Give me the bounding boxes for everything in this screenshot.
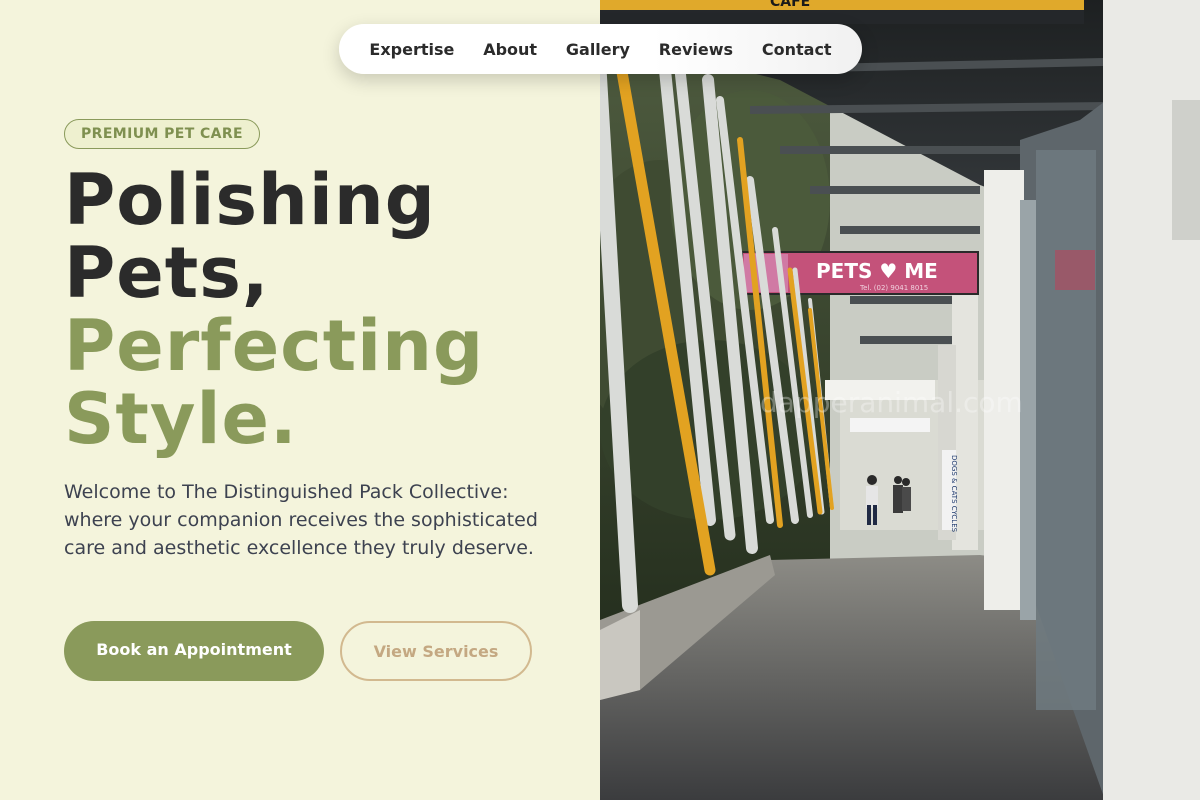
nav-expertise[interactable]: Expertise [369,40,454,59]
watermark-text: dapperanimal.com [760,386,1023,419]
pets-me-sign-phone: Tel. (02) 9041 8015 [859,284,928,292]
view-services-button[interactable]: View Services [340,621,532,681]
hero-headline: Polishing Pets, Perfecting Style. [64,164,484,456]
hero-photo: CAFE PETS ♥ ME Tel. (02) 9041 8015 DOGS … [600,0,1200,800]
side-banner-text: DOGS & CATS CYCLES [950,455,958,533]
hero-panel: PREMIUM PET CARE Polishing Pets, Perfect… [0,0,600,800]
headline-line-4: Style. [64,378,298,460]
nav-reviews[interactable]: Reviews [659,40,733,59]
premium-badge: PREMIUM PET CARE [64,119,261,149]
top-navbar: Expertise About Gallery Reviews Contact [339,24,862,74]
headline-line-1: Polishing [64,159,436,241]
headline-line-3: Perfecting [64,305,485,387]
hero-lead-text: Welcome to The Distinguished Pack Collec… [64,481,538,559]
book-appointment-button[interactable]: Book an Appointment [64,621,324,681]
landing-page: PREMIUM PET CARE Polishing Pets, Perfect… [0,0,1200,800]
pets-me-sign-text: PETS ♥ ME [816,259,938,283]
headline-line-2: Pets, [64,232,270,314]
nav-gallery[interactable]: Gallery [566,40,630,59]
cafe-sign-edge [600,0,1084,10]
nav-about[interactable]: About [483,40,537,59]
cafe-sign-text: CAFE [770,0,810,10]
nav-contact[interactable]: Contact [762,40,832,59]
